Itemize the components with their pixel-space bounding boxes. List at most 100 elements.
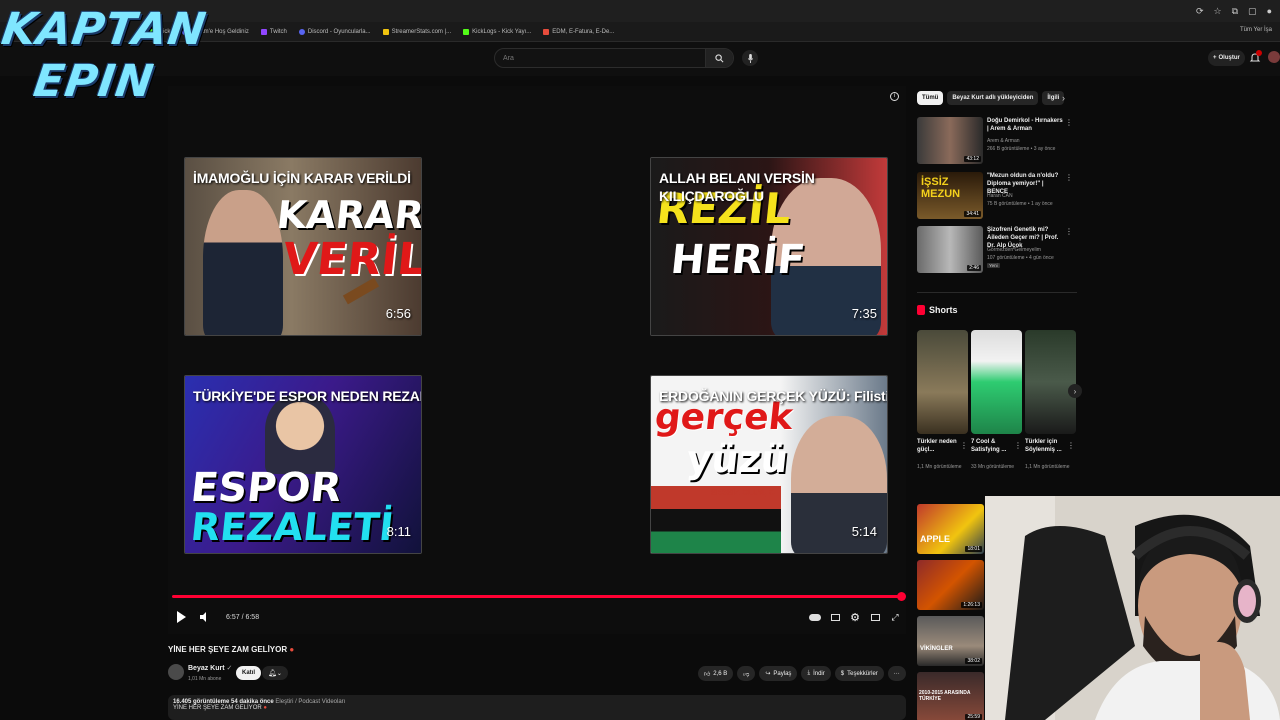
subtitles-icon	[830, 613, 840, 621]
join-button[interactable]: Katıl	[236, 666, 262, 680]
description-box[interactable]: 16.405 görüntüleme 54 dakika önce Eleşti…	[168, 695, 906, 720]
share-button[interactable]: ↪ Paylaş	[759, 666, 798, 681]
chip-from-uploader[interactable]: Beyaz Kurt adlı yükleyiciden	[947, 91, 1039, 105]
more-vert-icon[interactable]: ⋮	[1065, 173, 1073, 182]
more-actions-button[interactable]: ···	[887, 666, 906, 681]
chevron-right-icon[interactable]: ›	[1068, 384, 1082, 398]
more-vert-icon[interactable]: ⋮	[1065, 227, 1073, 236]
extensions-icon[interactable]: ▢	[1248, 6, 1257, 17]
related-thumbnail[interactable]: 1:26:13	[917, 560, 984, 610]
download-button[interactable]: ⤓ İndir	[801, 666, 831, 681]
related-thumbnail[interactable]: 2010-2015 ARASINDA TÜRKİYE 25:59	[917, 672, 984, 720]
search-box	[494, 48, 734, 68]
related-video[interactable]: 43:12 Doğu Demirkol - Hırnakers | Arem &…	[917, 117, 1077, 165]
account-avatar[interactable]	[1268, 51, 1280, 63]
progress-scrubber[interactable]	[897, 592, 906, 601]
share-icon[interactable]: ⧉	[1232, 6, 1238, 17]
endscreen-video-1[interactable]: KARAR VERİLDİ İMAMOĞLU İÇİN KARAR VERİLD…	[184, 157, 422, 336]
endcard-2-duration: 7:35	[851, 306, 877, 321]
reload-icon[interactable]: ⟳	[1196, 6, 1204, 17]
endcard-4-big-text-2: yüzü	[684, 437, 791, 481]
bookmark-favicon-icon	[382, 28, 389, 35]
streamer-logo: KAPTAN EPIN	[0, 2, 210, 114]
search-input[interactable]	[495, 54, 705, 62]
thanks-icon: $	[840, 670, 845, 677]
toggle-icon	[809, 613, 821, 621]
bookmark-item[interactable]: Twitch	[260, 28, 287, 35]
bookmark-label: EDM, E-Fatura, E-De...	[552, 28, 615, 35]
channel-avatar[interactable]	[168, 664, 184, 680]
new-badge: Yeni	[987, 263, 1000, 268]
endcard-3-big-text-2: REZALETİ	[188, 505, 396, 549]
endcard-2-big-text-2: HERİF	[668, 237, 808, 283]
chip-all[interactable]: Tümü	[917, 91, 944, 105]
related-channel: Haran CAN	[987, 193, 1013, 199]
endscreen-video-3[interactable]: ESPOR REZALETİ TÜRKİYE'DE ESPOR NEDEN RE…	[184, 375, 422, 554]
endcard-4-big-text: gerçek	[652, 397, 795, 438]
short-title: 7 Cool & Satisfying ...	[971, 439, 1007, 453]
short-item[interactable]	[1025, 330, 1076, 434]
related-thumbnail: İŞSİZ MEZUN 34:41	[917, 172, 983, 219]
create-button[interactable]: + Oluştur	[1208, 50, 1245, 66]
star-icon[interactable]: ☆	[1214, 6, 1222, 17]
endcard-3-title: TÜRKİYE'DE ESPOR NEDEN REZALET	[193, 388, 422, 404]
related-thumbnail[interactable]: APPLE 18:01	[917, 504, 984, 554]
related-duration: 1:26:13	[961, 602, 982, 608]
more-vert-icon[interactable]: ⋮	[1014, 441, 1022, 450]
bookmark-item[interactable]: Discord - Oyuncularla...	[298, 28, 371, 35]
like-button[interactable]: 👍︎ 2,6 B	[698, 666, 734, 681]
endscreen-video-4[interactable]: gerçek yüzü SESSİZ OLUN, C ERDOĞANIN GER…	[650, 375, 888, 554]
more-vert-icon[interactable]: ⋮	[960, 441, 968, 450]
related-video[interactable]: İŞSİZ MEZUN 34:41 "Mezun oldun da n'oldu…	[917, 172, 1077, 220]
fullscreen-icon: ⤢	[891, 611, 899, 622]
bookmark-label: Discord - Oyuncularla...	[307, 28, 371, 35]
profile-icon[interactable]: ●	[1267, 6, 1272, 17]
related-duration: 43:12	[964, 156, 981, 162]
play-button[interactable]	[172, 608, 190, 626]
time-display: 6:57 / 6:58	[226, 613, 260, 621]
channel-name[interactable]: Beyaz Kurt ✓	[188, 664, 232, 672]
info-icon[interactable]: i	[890, 92, 899, 101]
more-vert-icon[interactable]: ⋮	[1067, 441, 1075, 450]
like-count: 2,6 B	[713, 670, 728, 677]
notification-badge	[1256, 50, 1262, 56]
download-label: İndir	[813, 670, 825, 677]
thumbs-down-icon: 👎︎	[743, 671, 750, 678]
miniplayer-button[interactable]	[866, 608, 884, 626]
bookmark-label: Twitch	[269, 28, 287, 35]
bookmark-item[interactable]: KickLogs - Kick Yayı...	[463, 28, 531, 35]
gear-icon: ⚙	[850, 611, 860, 624]
all-bookmarks[interactable]: Tüm Yer İşa	[1240, 27, 1272, 33]
related-duration: 25:59	[965, 714, 982, 720]
dislike-button[interactable]: 👎︎	[737, 666, 756, 681]
endcard-1-title: İMAMOĞLU İÇİN KARAR VERİLDİ	[193, 170, 411, 186]
subtitles-button[interactable]	[826, 608, 844, 626]
thanks-button[interactable]: $ Teşekkürler	[834, 666, 884, 681]
volume-button[interactable]	[196, 608, 214, 626]
fullscreen-button[interactable]: ⤢	[886, 608, 904, 626]
voice-search-button[interactable]	[742, 50, 758, 66]
thumbnail-text: 2010-2015 ARASINDA TÜRKİYE	[919, 690, 971, 702]
search-button[interactable]	[705, 49, 733, 67]
progress-bar[interactable]	[172, 595, 904, 598]
autoplay-toggle[interactable]	[806, 608, 824, 626]
related-duration: 38:02	[965, 658, 982, 664]
settings-button[interactable]: ⚙	[846, 608, 864, 626]
description-text: YİNE HER ŞEYE ZAM GELİYOR ●	[173, 705, 901, 711]
endcard-4-small-text: SESSİZ OLUN, C	[711, 488, 775, 497]
subscription-bell-button[interactable]: 🔔︎ ⌄	[262, 666, 288, 680]
related-video[interactable]: 2:46 Şizofreni Genetik mi? Aileden Geçer…	[917, 226, 1077, 274]
short-item[interactable]	[917, 330, 968, 434]
bookmark-item[interactable]: StreamerStats.com |...	[382, 28, 451, 35]
short-views: 1,1 Mn görüntüleme	[917, 464, 962, 470]
related-thumbnail: 43:12	[917, 117, 983, 164]
chevron-right-icon[interactable]: ›	[1062, 93, 1065, 103]
endscreen-video-2[interactable]: REZİL HERİF ALLAH BELANI VERSİN KILIÇDAR…	[650, 157, 888, 336]
short-item[interactable]	[971, 330, 1022, 434]
video-tags: Eleştiri / Podcast Videoları	[275, 699, 346, 705]
more-vert-icon[interactable]: ⋮	[1065, 118, 1073, 127]
miniplayer-icon	[870, 613, 880, 621]
related-thumbnail[interactable]: VİKİNGLER 38:02	[917, 616, 984, 666]
player-controls-right: ⚙ ⤢	[806, 608, 904, 626]
bookmark-item[interactable]: EDM, E-Fatura, E-De...	[543, 28, 615, 35]
